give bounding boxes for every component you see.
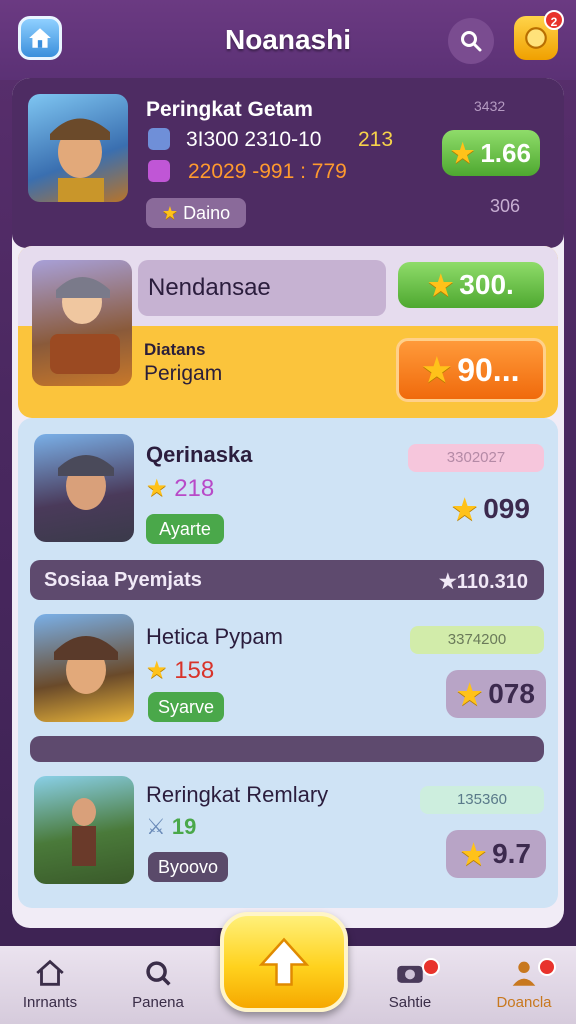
search-button[interactable] (448, 18, 494, 64)
list-item-name: Qerinaska (146, 442, 253, 467)
star-icon: ★ (161, 203, 179, 223)
search-icon (461, 31, 482, 52)
hero-portrait (72, 798, 96, 866)
nav-item-home[interactable]: Inrnants (0, 956, 100, 1011)
leaderboard-panel: Peringkat Getam 3I300 2310-10 213 22029 … (12, 78, 564, 928)
player-stat-1: 3I300 2310-10 (186, 128, 322, 151)
list-item-stat: ⚔ 19 (146, 814, 197, 839)
section-divider: Sosiaa Pyemjats ★110.310 (30, 560, 544, 600)
hero-portrait (54, 636, 118, 694)
list-item[interactable]: Reringkat Remlary ⚔ 19 Byoovo 135360 ★ 9… (18, 770, 558, 890)
star-icon: ★ (452, 493, 478, 525)
nav-item-camera[interactable]: Sahtie (360, 956, 460, 1011)
notification-icon (525, 27, 547, 49)
nav-item-profile[interactable]: Doancla (474, 956, 574, 1011)
sword-icon: ⚔ (146, 814, 166, 839)
list-avatar (34, 776, 134, 884)
highlight-card: Nendansae ★ 300. Diatans Perigam ★ 90... (18, 246, 558, 418)
notification-badge: 2 (544, 10, 564, 30)
list-item-top-pill: 3374200 (410, 626, 544, 654)
sword-icon (148, 128, 170, 150)
list-item-stat: ★ 218 (146, 475, 215, 502)
player-stat-2: 22029 -991 : 779 (188, 160, 347, 183)
list-avatar (34, 614, 134, 722)
player-corner-bottom: 306 (490, 196, 521, 216)
highlight-avatar[interactable] (32, 260, 132, 386)
star-icon: ★ (146, 657, 168, 684)
star-icon: ★ (428, 269, 454, 301)
nav-badge (538, 958, 556, 976)
section-label: Sosiaa Pyemjats (44, 569, 202, 591)
hero-portrait (50, 277, 120, 374)
list-item-stat: ★ 158 (146, 657, 215, 684)
list-divider (30, 736, 544, 762)
highlight-cta-button[interactable]: ★ 90... (396, 338, 546, 402)
list-item-top-pill: 3302027 (408, 444, 544, 472)
list-item-score[interactable]: ★ 078 (446, 670, 546, 718)
player-corner-top: 3432 (474, 98, 506, 114)
list-item-score[interactable]: ★ 099 (438, 486, 544, 532)
highlight-name: Nendansae (148, 274, 271, 301)
list-item-tag[interactable]: Syarve (148, 692, 224, 722)
list-item-tag[interactable]: Ayarte (146, 514, 224, 544)
list-item-tag[interactable]: Byoovo (148, 852, 228, 882)
player-badge[interactable]: ★ Daino (146, 198, 246, 228)
list-item[interactable]: Hetica Pypam ★ 158 Syarve 3374200 ★ 078 (18, 608, 558, 728)
up-arrow-icon (258, 937, 310, 986)
star-icon: ★ (460, 838, 487, 870)
player-card: Peringkat Getam 3I300 2310-10 213 22029 … (12, 78, 564, 248)
list-item-score[interactable]: ★ 9.7 (446, 830, 546, 878)
nav-item-search[interactable]: Panena (108, 956, 208, 1011)
user-icon (512, 961, 536, 986)
highlight-sub-1: Diatans (144, 340, 206, 359)
player-name: Peringkat Getam (146, 98, 313, 121)
highlight-sub-2: Perigam (144, 362, 223, 385)
star-icon: ★ (422, 352, 452, 388)
gem-icon (148, 160, 170, 182)
player-stat-1-extra: 213 (358, 128, 394, 151)
center-action-button[interactable] (220, 912, 348, 1012)
hero-portrait (58, 455, 114, 510)
search-outline-icon (146, 961, 171, 986)
list-item-name: Hetica Pypam (146, 624, 283, 649)
star-icon: ★ (451, 137, 475, 168)
list-item[interactable]: Qerinaska ★ 218 Ayarte 3302027 ★ 099 (18, 424, 558, 554)
nav-badge (422, 958, 440, 976)
list-avatar (34, 434, 134, 542)
hero-portrait (50, 118, 110, 202)
star-icon: ★ (457, 678, 483, 710)
star-icon: ★ (146, 475, 168, 502)
list-item-top-pill: 135360 (420, 786, 544, 814)
player-score-button[interactable]: ★ 1.66 (442, 130, 540, 176)
highlight-score-button[interactable]: ★ 300. (398, 262, 544, 308)
list-item-name: Reringkat Remlary (146, 782, 329, 807)
player-avatar[interactable] (28, 94, 128, 202)
highlight-name-box: Nendansae (138, 260, 386, 316)
home-outline-icon (36, 959, 64, 986)
section-value: ★110.310 (438, 571, 528, 593)
header: Noanashi 2 (0, 0, 576, 80)
